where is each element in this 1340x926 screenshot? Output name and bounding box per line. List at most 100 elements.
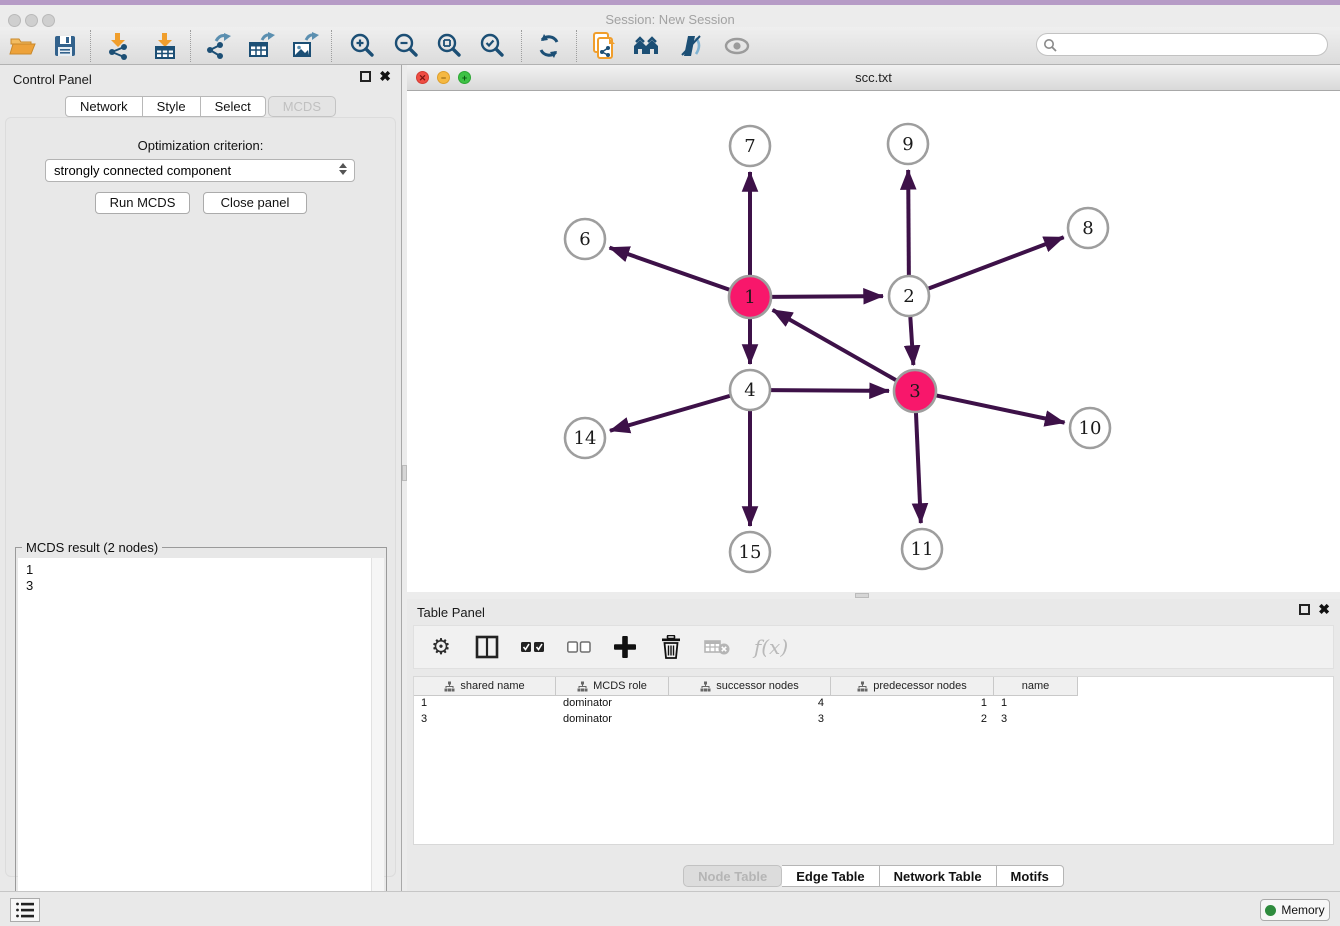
graph-node-4[interactable]: 4	[730, 370, 770, 410]
export-image-icon[interactable]	[288, 32, 322, 60]
open-file-icon[interactable]	[6, 32, 40, 60]
graph-edge-2-3[interactable]	[910, 317, 913, 365]
graph-node-11[interactable]: 11	[902, 529, 942, 569]
result-scrollbar[interactable]	[371, 558, 384, 921]
graph-node-9[interactable]: 9	[888, 124, 928, 164]
float-panel-icon[interactable]	[1299, 604, 1310, 615]
column-label: predecessor nodes	[873, 680, 967, 692]
graph-node-10[interactable]: 10	[1070, 408, 1110, 448]
graph-node-1[interactable]: 1	[729, 276, 771, 318]
select-all-checkboxes-icon[interactable]	[520, 634, 546, 660]
mcds-result-list[interactable]: 1 3	[18, 558, 384, 921]
horizontal-splitter[interactable]	[407, 592, 1340, 599]
graph-edge-2-9[interactable]	[908, 170, 909, 275]
zoom-fit-icon[interactable]	[432, 32, 466, 60]
graph-edge-4-3[interactable]	[771, 390, 889, 391]
graph-node-14[interactable]: 14	[565, 418, 605, 458]
network-canvas[interactable]: 7 9 6 8 1 2 4 3 14 10 15 11	[407, 91, 1340, 592]
table-cell[interactable]: 3	[994, 712, 1078, 728]
graph-node-6[interactable]: 6	[565, 219, 605, 259]
node-label: 2	[903, 286, 914, 307]
export-table-icon[interactable]	[244, 32, 278, 60]
control-tab-select[interactable]: Select	[201, 96, 266, 117]
table-cell[interactable]: 1	[831, 696, 994, 712]
graph-node-3[interactable]: 3	[894, 370, 936, 412]
zoom-out-icon[interactable]	[389, 32, 423, 60]
close-panel-icon[interactable]: ✖	[379, 71, 391, 82]
table-cell[interactable]: 3	[669, 712, 831, 728]
search-box[interactable]	[1036, 33, 1328, 56]
table-cell[interactable]: dominator	[556, 696, 669, 712]
close-panel-button[interactable]: Close panel	[203, 192, 307, 214]
table-cell[interactable]: 1	[414, 696, 556, 712]
import-table-icon[interactable]	[148, 32, 182, 60]
table-tab-edge-table[interactable]: Edge Table	[782, 865, 879, 887]
graph-edge-1-2[interactable]	[771, 296, 883, 297]
graph-edge-1-6[interactable]	[610, 248, 731, 290]
table-cell[interactable]: 4	[669, 696, 831, 712]
node-label: 14	[574, 428, 597, 449]
delete-column-icon[interactable]	[658, 634, 684, 660]
float-panel-icon[interactable]	[360, 71, 371, 82]
graph-node-8[interactable]: 8	[1068, 208, 1108, 248]
graph-node-2[interactable]: 2	[889, 276, 929, 316]
table-settings-icon[interactable]: ⚙	[428, 634, 454, 660]
table-cell[interactable]: 1	[994, 696, 1078, 712]
close-panel-icon[interactable]: ✖	[1318, 604, 1330, 615]
graph-edge-3-11[interactable]	[916, 412, 921, 523]
toolbar-separator	[90, 30, 91, 62]
deselect-all-checkboxes-icon[interactable]	[566, 634, 592, 660]
graph-edge-2-8[interactable]	[929, 237, 1064, 288]
search-icon	[1043, 38, 1057, 52]
run-mcds-button[interactable]: Run MCDS	[95, 192, 190, 214]
toolbar-separator	[521, 30, 522, 62]
memory-button[interactable]: Memory	[1260, 899, 1330, 921]
table-cell[interactable]: 3	[414, 712, 556, 728]
app-titlebar: Session: New Session	[0, 5, 1340, 27]
table-cell[interactable]: dominator	[556, 712, 669, 728]
control-tab-style[interactable]: Style	[143, 96, 201, 117]
show-hide-panel-eye-icon[interactable]	[720, 32, 754, 60]
memory-status-icon	[1265, 905, 1276, 916]
first-neighbors-icon[interactable]	[631, 32, 665, 60]
control-tab-network[interactable]: Network	[65, 96, 143, 117]
network-window-titlebar[interactable]: ✕ − + scc.txt	[407, 65, 1340, 91]
refresh-layout-icon[interactable]	[532, 32, 566, 60]
column-header-shared-name[interactable]: shared name	[414, 677, 556, 696]
task-history-button[interactable]	[10, 898, 40, 922]
graph-edge-3-1[interactable]	[773, 310, 897, 381]
table-tab-network-table[interactable]: Network Table	[880, 865, 997, 887]
show-hide-labels-icon[interactable]	[675, 32, 709, 60]
control-tab-mcds[interactable]: MCDS	[268, 96, 336, 117]
column-header-successor-nodes[interactable]: successor nodes	[669, 677, 831, 696]
delete-table-icon[interactable]	[704, 634, 730, 660]
graph-node-15[interactable]: 15	[730, 532, 770, 572]
column-header-name[interactable]: name	[994, 677, 1078, 696]
save-session-icon[interactable]	[48, 32, 82, 60]
column-layout-icon[interactable]	[474, 634, 500, 660]
optimization-criterion-select[interactable]: strongly connected component	[45, 159, 355, 182]
table-tab-node-table[interactable]: Node Table	[683, 865, 782, 887]
splitter-grip[interactable]	[855, 593, 869, 598]
table-body: 1dominator4113dominator323	[414, 696, 1333, 728]
clone-network-icon[interactable]	[587, 32, 621, 60]
graph-edge-3-10[interactable]	[936, 395, 1065, 422]
table-row[interactable]: 1dominator411	[414, 696, 1333, 712]
node-table[interactable]: shared nameMCDS rolesuccessor nodes prede…	[413, 676, 1334, 845]
table-cell[interactable]: 2	[831, 712, 994, 728]
node-label: 7	[744, 136, 755, 157]
column-header-predecessor-nodes[interactable]: predecessor nodes	[831, 677, 994, 696]
table-row[interactable]: 3dominator323	[414, 712, 1333, 728]
import-network-icon[interactable]	[101, 32, 135, 60]
zoom-selected-icon[interactable]	[475, 32, 509, 60]
column-header-mcds-role[interactable]: MCDS role	[556, 677, 669, 696]
function-builder-icon[interactable]: f(x)	[750, 634, 792, 660]
export-network-icon[interactable]	[201, 32, 235, 60]
table-tab-motifs[interactable]: Motifs	[997, 865, 1064, 887]
graph-node-7[interactable]: 7	[730, 126, 770, 166]
graph-edge-4-14[interactable]	[610, 396, 730, 431]
zoom-in-icon[interactable]	[345, 32, 379, 60]
search-input[interactable]	[1061, 38, 1327, 52]
node-label: 11	[911, 539, 934, 560]
add-column-icon[interactable]	[612, 634, 638, 660]
